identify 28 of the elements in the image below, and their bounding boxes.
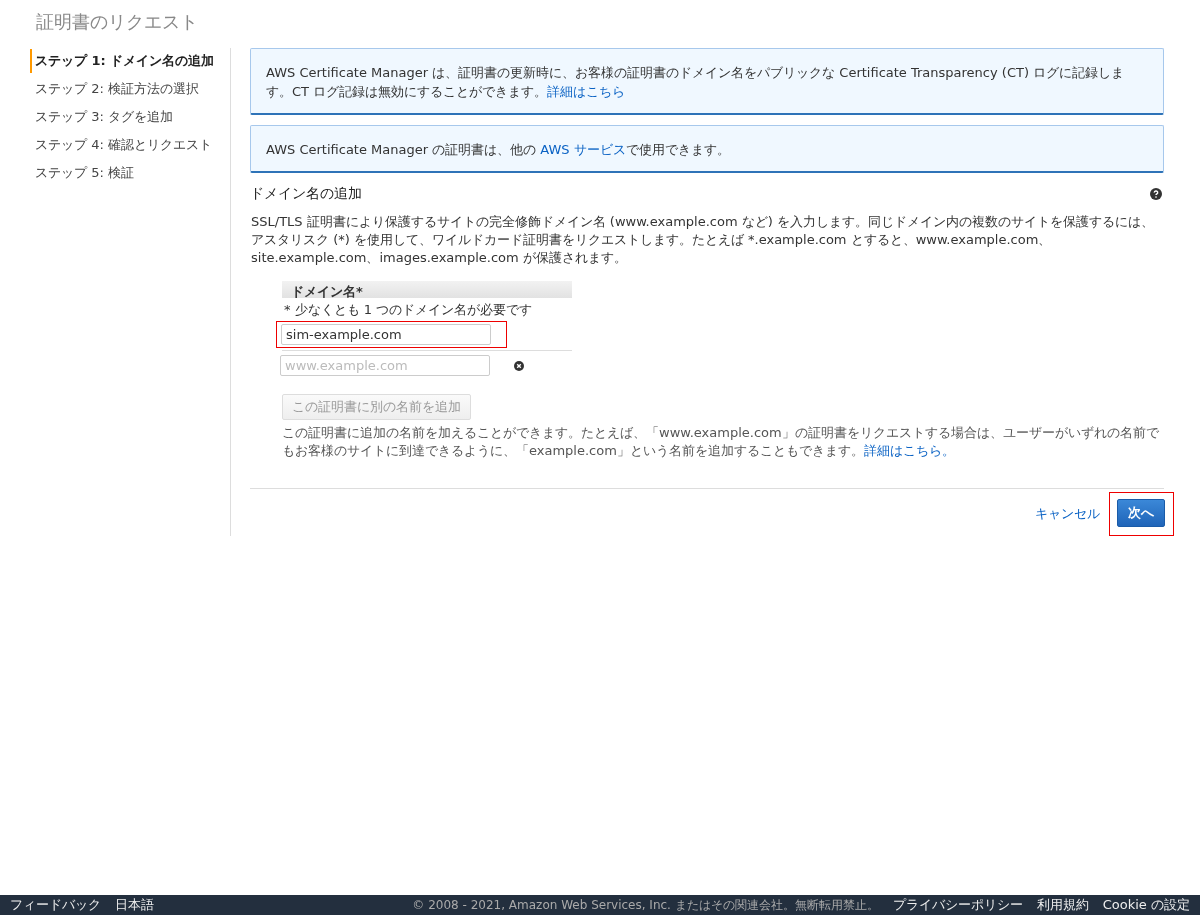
- step-link[interactable]: ステップ 5: 検証: [30, 161, 230, 185]
- remove-icon[interactable]: [514, 360, 524, 371]
- required-hint: * 少なくとも 1 つのドメイン名が必要です: [283, 301, 534, 319]
- copyright-text: © 2008 - 2021, Amazon Web Services, Inc. またはその関連会社。無断転用禁止。: [412, 897, 879, 913]
- learn-more-link[interactable]: 詳細はこちら: [547, 84, 626, 99]
- next-button[interactable]: 次へ: [1117, 499, 1165, 527]
- domain-input[interactable]: sim-example.com: [281, 324, 491, 345]
- footer-link[interactable]: プライバシーポリシー: [892, 895, 1023, 913]
- add-name-note: この証明書に追加の名前を加えることができます。たとえば、「www.example.com」の証明書をリクエストする場合は、ユーザーがいずれの名前でもお客様のサイトに到達できるように、「example.com」という名前を追加することもできます。詳細はこちら。: [282, 424, 1160, 460]
- footer-link[interactable]: フィードバック: [10, 895, 101, 913]
- learn-more-link[interactable]: AWS サービス: [540, 142, 626, 157]
- footer-link[interactable]: 日本語: [115, 895, 154, 913]
- step-link[interactable]: ステップ 2: 検証方法の選択: [30, 77, 230, 101]
- info-text: AWS Certificate Manager は、証明書の更新時に、お客様の証明書のドメイン名をパブリックな Certificate Transparency (CT) ログに記録します。CT ログ記録は無効にすることができます。詳細はこちら: [266, 65, 1125, 99]
- step-link[interactable]: ステップ 3: タグを追加: [30, 105, 230, 129]
- section-title: ドメイン名の追加: [250, 185, 362, 203]
- footer-link[interactable]: Cookie の設定: [1102, 895, 1190, 913]
- step-link[interactable]: ステップ 4: 確認とリクエスト: [30, 133, 230, 157]
- info-text: AWS Certificate Manager の証明書は、他の AWS サービス で使用できます。: [266, 142, 730, 157]
- section-description: SSL/TLS 証明書により保護するサイトの完全修飾ドメイン名 (www.example.com など) を入力します。同じドメイン内の複数のサイトを保護するには、アスタリスク (*) を使用して、ワイルドカード証明書をリクエストします。たとえば *.example.com とすると、www.example.com、site.example.com、images.example.com が保護されます。: [251, 213, 1155, 267]
- step-link[interactable]: ステップ 1: ドメイン名の追加: [30, 49, 230, 73]
- domain-input[interactable]: www.example.com: [280, 355, 490, 376]
- page-title: 証明書のリクエスト: [36, 10, 199, 34]
- cancel-link[interactable]: キャンセル: [1035, 505, 1100, 523]
- help-icon[interactable]: [1150, 188, 1162, 200]
- column-header: ドメイン名*: [282, 281, 572, 298]
- footer-link[interactable]: 利用規約: [1036, 895, 1089, 913]
- learn-more-link[interactable]: 詳細はこちら。: [863, 443, 955, 458]
